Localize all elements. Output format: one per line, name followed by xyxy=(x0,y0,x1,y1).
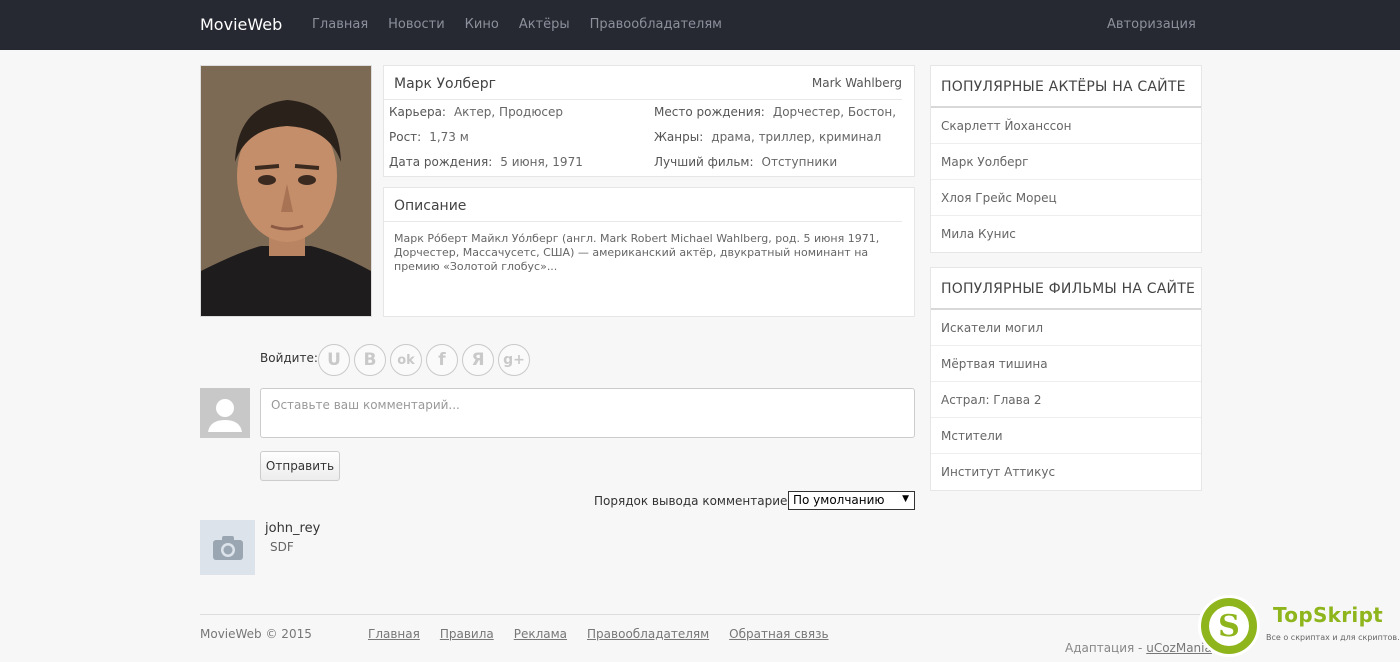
social-login-label: Войдите: xyxy=(260,351,318,365)
nav-item-movies[interactable]: Кино xyxy=(465,17,499,32)
topskript-watermark-name: TopSkript xyxy=(1273,603,1384,627)
footer-link-feedback[interactable]: Обратная связь xyxy=(729,627,828,641)
dropdown-arrow-icon: ▼ xyxy=(902,494,909,504)
top-navbar: MovieWeb Главная Новости Кино Актёры Пра… xyxy=(0,0,1400,50)
google-plus-icon[interactable]: g+ xyxy=(498,344,530,376)
birthplace-row: Место рождения: Дорчестер, Бостон, xyxy=(654,105,896,119)
site-brand[interactable]: MovieWeb xyxy=(200,15,282,34)
genres-value: драма, триллер, криминал xyxy=(711,130,882,144)
footer-link-rightholders[interactable]: Правообладателям xyxy=(587,627,709,641)
genres-row: Жанры: драма, триллер, криминал xyxy=(654,130,881,144)
height-label: Рост: xyxy=(389,130,422,144)
yandex-icon[interactable]: Я xyxy=(462,344,494,376)
genres-label: Жанры: xyxy=(654,130,704,144)
popular-actor-item[interactable]: Хлоя Грейс Морец xyxy=(931,180,1201,216)
main-nav: Главная Новости Кино Актёры Правообладат… xyxy=(312,17,722,32)
birthdate-value: 5 июня, 1971 xyxy=(500,155,583,169)
vk-icon[interactable]: B xyxy=(354,344,386,376)
actor-photo xyxy=(200,65,372,317)
footer-divider xyxy=(200,614,1202,615)
height-value: 1,73 м xyxy=(429,130,469,144)
topskript-logo-icon: S xyxy=(1198,595,1260,657)
career-label: Карьера: xyxy=(389,105,446,119)
divider xyxy=(384,221,902,222)
popular-actor-item[interactable]: Скарлетт Йоханссон xyxy=(931,108,1201,144)
user-avatar-placeholder-icon xyxy=(200,388,250,438)
career-value: Актер, Продюсер xyxy=(453,105,564,119)
nav-item-home[interactable]: Главная xyxy=(312,17,368,32)
description-title: Описание xyxy=(394,198,467,214)
social-login-icons: U B ok f Я g+ xyxy=(318,344,530,376)
popular-film-item[interactable]: Мстители xyxy=(931,418,1201,454)
footer-copyright: MovieWeb © 2015 xyxy=(200,627,312,641)
popular-actor-item[interactable]: Мила Кунис xyxy=(931,216,1201,252)
popular-film-item[interactable]: Искатели могил xyxy=(931,310,1201,346)
facebook-icon[interactable]: f xyxy=(426,344,458,376)
actor-portrait-image xyxy=(201,66,371,316)
career-row: Карьера: Актер, Продюсер xyxy=(389,105,563,119)
popular-actor-item[interactable]: Марк Уолберг xyxy=(931,144,1201,180)
submit-comment-button[interactable]: Отправить xyxy=(260,451,340,481)
comment-order-select[interactable]: По умолчанию ▼ xyxy=(788,491,915,510)
actor-name: Марк Уолберг xyxy=(394,76,496,92)
footer-link-ads[interactable]: Реклама xyxy=(514,627,567,641)
comment-order-value: По умолчанию xyxy=(793,493,885,507)
odnoklassniki-icon[interactable]: ok xyxy=(390,344,422,376)
popular-films-title: ПОПУЛЯРНЫЕ ФИЛЬМЫ НА САЙТЕ xyxy=(931,268,1201,310)
topskript-watermark-tagline: Все о скриптах и для скриптов... xyxy=(1266,633,1400,642)
description-text: Марк Ро́берт Майкл Уо́лберг (англ. Mark … xyxy=(394,232,880,273)
actor-original-name: Mark Wahlberg xyxy=(811,76,902,90)
footer-link-rules[interactable]: Правила xyxy=(440,627,494,641)
footer-link-home[interactable]: Главная xyxy=(368,627,420,641)
birthdate-row: Дата рождения: 5 июня, 1971 xyxy=(389,155,583,169)
birthplace-label: Место рождения: xyxy=(654,105,765,119)
popular-actors-box: ПОПУЛЯРНЫЕ АКТЁРЫ НА САЙТЕ Скарлетт Йоха… xyxy=(930,65,1202,253)
best-film-label: Лучший фильм: xyxy=(654,155,754,169)
footer-adaptation: Адаптация - uCozMania xyxy=(1065,641,1212,655)
comment-author[interactable]: john_rey xyxy=(265,521,320,536)
best-film-row: Лучший фильм: Отступники xyxy=(654,155,837,169)
footer-links: Главная Правила Реклама Правообладателям… xyxy=(368,627,829,641)
nav-item-rightholders[interactable]: Правообладателям xyxy=(590,17,722,32)
birthdate-label: Дата рождения: xyxy=(389,155,493,169)
popular-film-item[interactable]: Астрал: Глава 2 xyxy=(931,382,1201,418)
nav-item-news[interactable]: Новости xyxy=(388,17,445,32)
login-link[interactable]: Авторизация xyxy=(1107,17,1196,32)
comment-input[interactable] xyxy=(260,388,915,438)
popular-films-box: ПОПУЛЯРНЫЕ ФИЛЬМЫ НА САЙТЕ Искатели моги… xyxy=(930,267,1202,491)
popular-film-item[interactable]: Мёртвая тишина xyxy=(931,346,1201,382)
adaptation-label: Адаптация - xyxy=(1065,641,1143,655)
popular-actors-title: ПОПУЛЯРНЫЕ АКТЁРЫ НА САЙТЕ xyxy=(931,66,1201,108)
topskript-logo-letter: S xyxy=(1209,606,1249,646)
comment-order-label: Порядок вывода комментариев: xyxy=(594,494,799,508)
comment-text: SDF xyxy=(270,540,294,554)
adaptation-link[interactable]: uCozMania xyxy=(1146,641,1212,655)
commenter-avatar xyxy=(200,520,255,575)
nav-item-actors[interactable]: Актёры xyxy=(519,17,570,32)
divider xyxy=(384,99,902,100)
birthplace-value: Дорчестер, Бостон, xyxy=(772,105,897,119)
description-panel: Описание Марк Ро́берт Майкл Уо́лберг (ан… xyxy=(383,187,915,317)
ucoz-icon[interactable]: U xyxy=(318,344,350,376)
best-film-value: Отступники xyxy=(761,155,838,169)
height-row: Рост: 1,73 м xyxy=(389,130,469,144)
camera-icon xyxy=(212,535,243,560)
popular-film-item[interactable]: Институт Аттикус xyxy=(931,454,1201,490)
actor-info-panel: Марк Уолберг Mark Wahlberg Карьера: Актер… xyxy=(383,65,915,177)
